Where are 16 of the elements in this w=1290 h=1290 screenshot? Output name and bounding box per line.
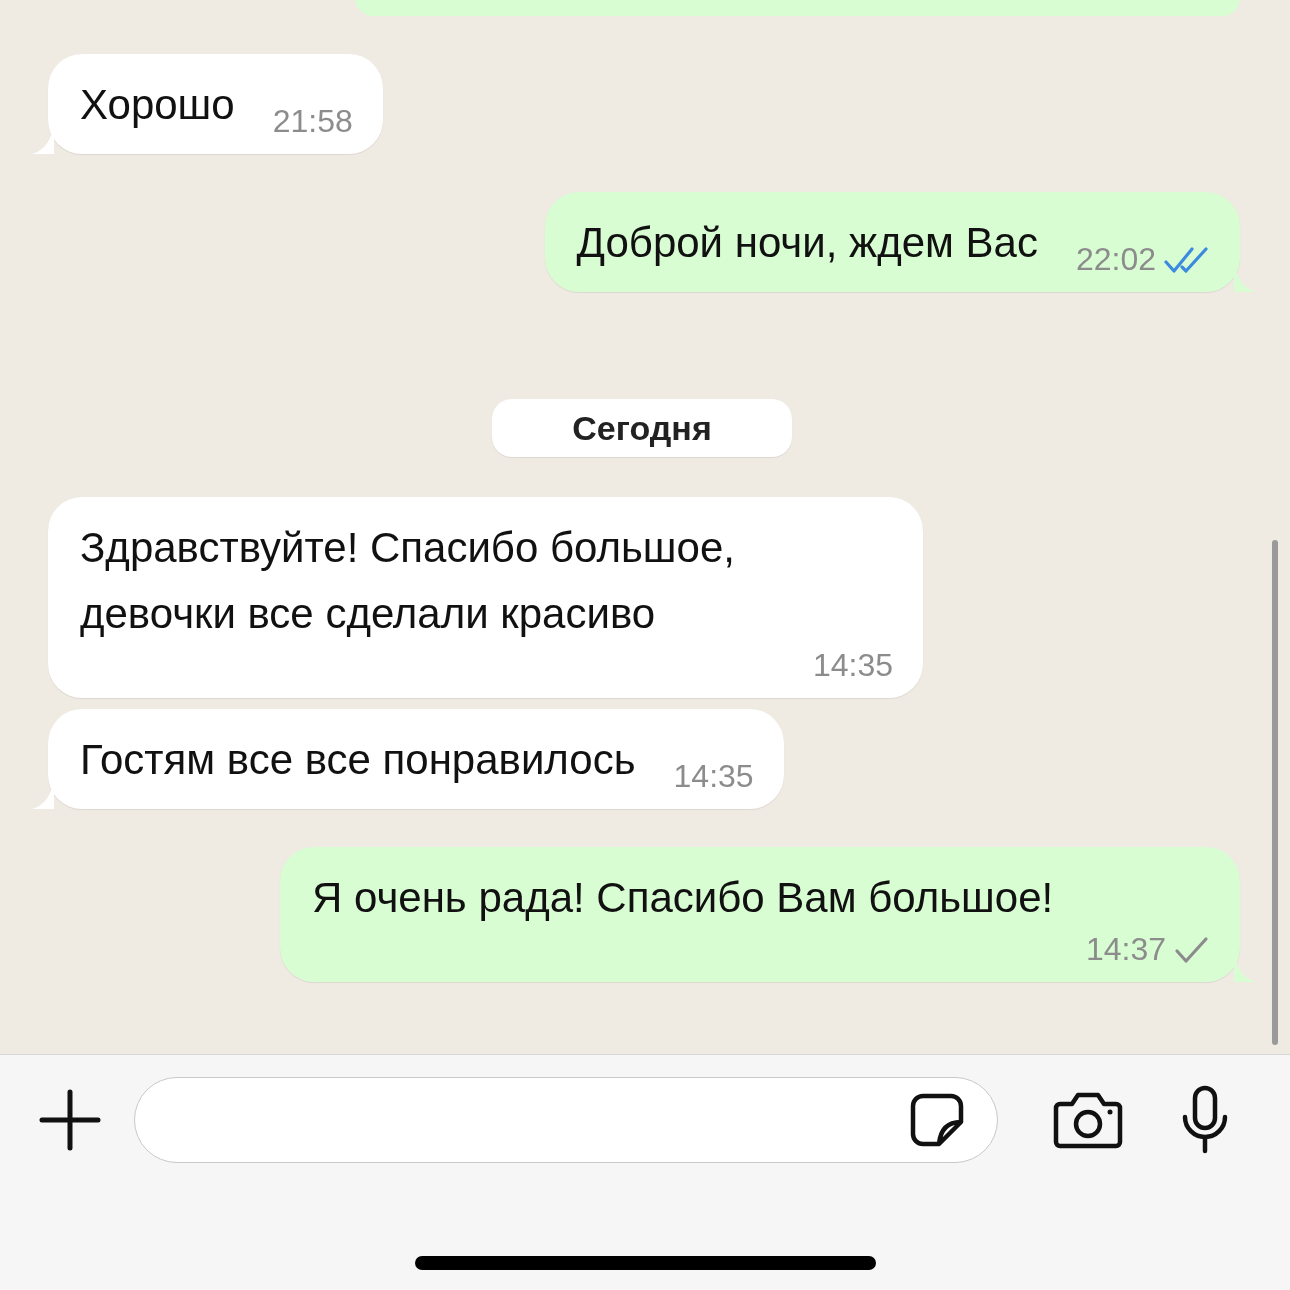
message-text: Здравствуйте! Спасибо большое, девочки все сделали красиво [80, 523, 736, 639]
sticker-icon[interactable] [909, 1092, 965, 1148]
message-text: Гостям все все понравилось [80, 735, 636, 785]
message-time: 21:58 [272, 103, 353, 140]
camera-icon[interactable] [1052, 1090, 1124, 1150]
message-time: 14:35 [673, 758, 754, 795]
message-text: Хорошо [80, 80, 235, 130]
microphone-icon[interactable] [1180, 1085, 1230, 1155]
message-time: 22:02 [1075, 241, 1156, 278]
message-text: Доброй ночи, ждем Вас [576, 218, 1038, 268]
message-time: 14:37 [1085, 931, 1166, 968]
scrollbar[interactable] [1272, 540, 1278, 1045]
date-label: Сегодня [492, 399, 792, 457]
message-time: 14:35 [812, 647, 893, 684]
message-text: Я очень рада! Спасибо Вам большое! [312, 873, 1055, 923]
plus-icon[interactable] [38, 1088, 102, 1152]
